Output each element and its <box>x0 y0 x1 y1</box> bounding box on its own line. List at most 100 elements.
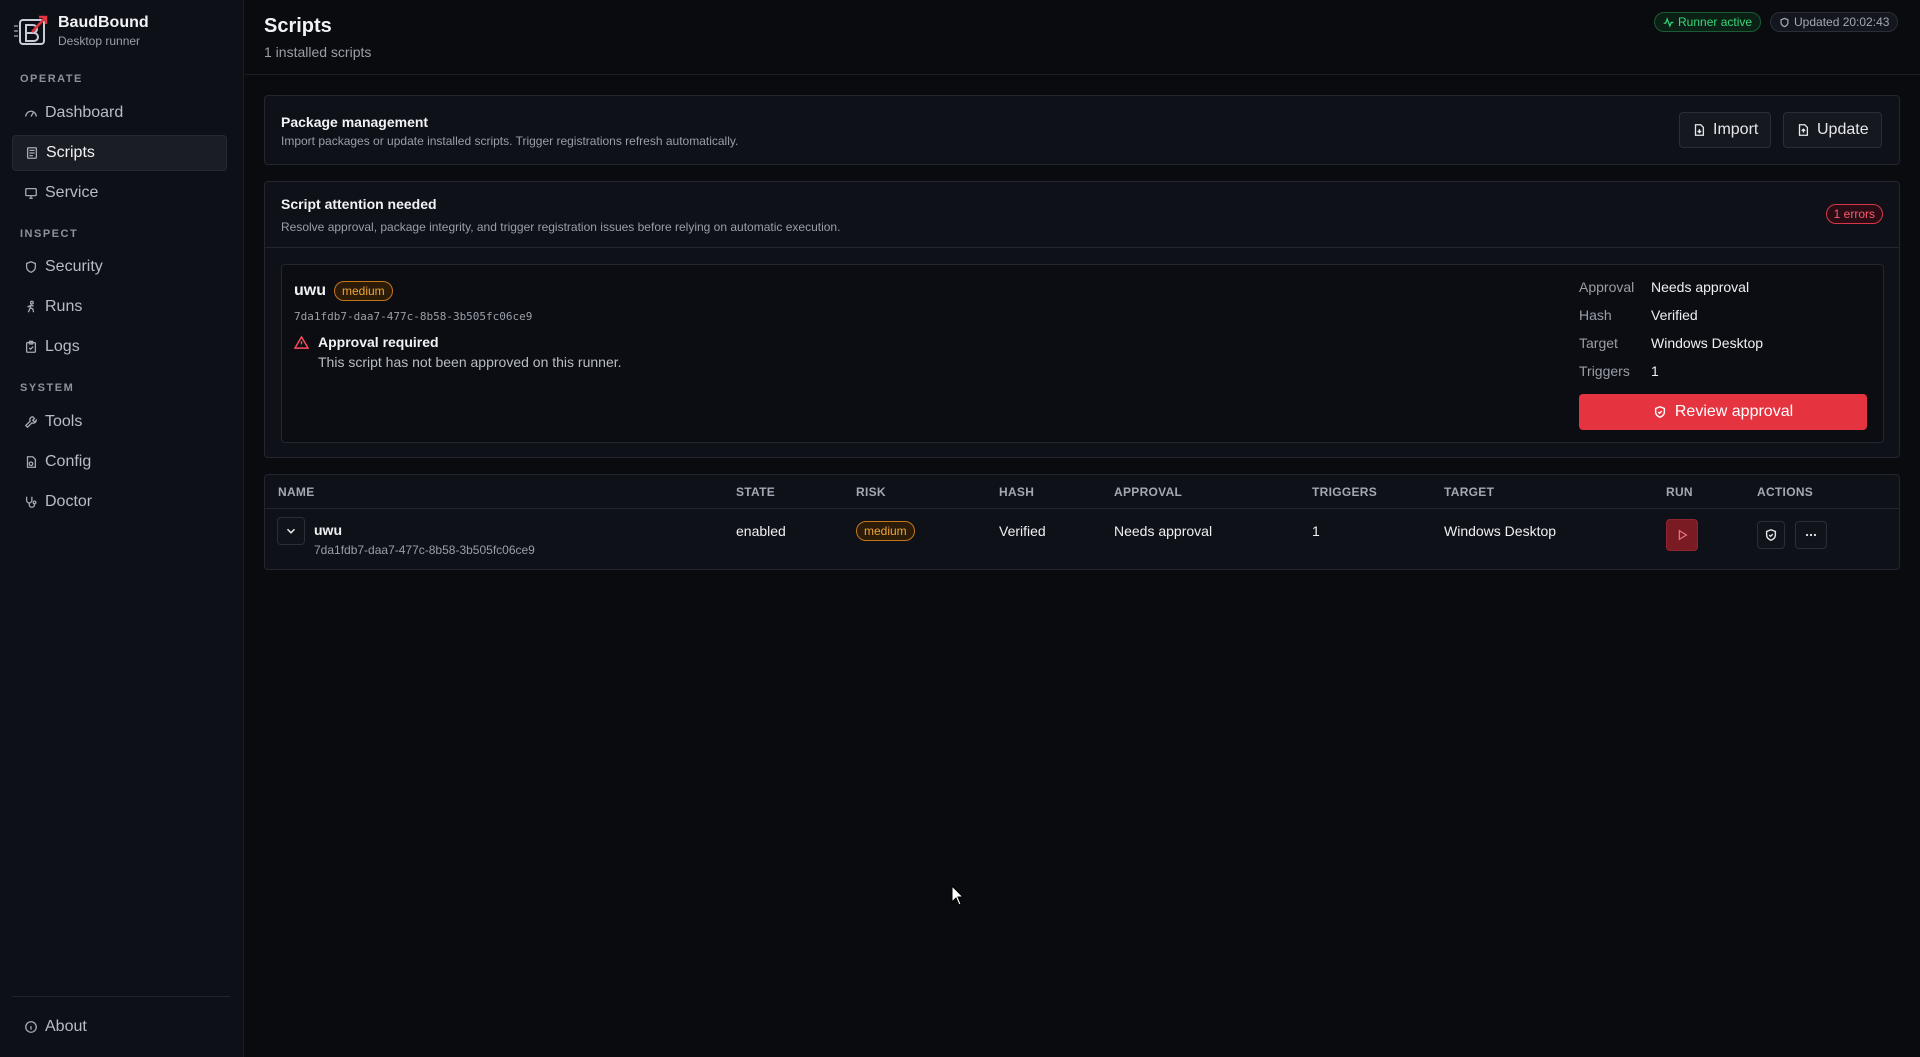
update-label: Update <box>1817 121 1869 138</box>
info-icon <box>24 1020 38 1034</box>
hash-value: Verified <box>1651 307 1698 323</box>
sidebar: BaudBound Desktop runner OPERATE Dashboa… <box>0 0 244 1057</box>
run-button[interactable] <box>1666 519 1698 551</box>
chevron-down-icon <box>286 528 296 534</box>
more-actions-button[interactable] <box>1795 521 1827 549</box>
sidebar-item-dashboard[interactable]: Dashboard <box>12 95 227 131</box>
column-header-target: TARGET <box>1444 485 1495 499</box>
sidebar-item-label: Config <box>45 453 92 470</box>
updated-text: Updated 20:02:43 <box>1794 15 1890 29</box>
brand[interactable]: BaudBound Desktop runner <box>12 12 149 50</box>
target-label: Target <box>1579 335 1618 351</box>
approve-action-button[interactable] <box>1757 521 1785 549</box>
row-script-name: uwu <box>314 522 342 538</box>
error-count-badge: 1 errors <box>1825 204 1883 224</box>
column-header-hash: HASH <box>999 485 1035 499</box>
run-icon <box>24 300 38 314</box>
expand-row-button[interactable] <box>277 517 305 545</box>
attention-card-description: Resolve approval, package integrity, and… <box>281 220 841 234</box>
sidebar-item-about[interactable]: About <box>12 1009 227 1045</box>
more-horizontal-icon <box>1805 533 1817 537</box>
script-attention-card: Script attention needed Resolve approval… <box>264 181 1900 458</box>
sidebar-item-logs[interactable]: Logs <box>12 329 227 365</box>
column-header-run: RUN <box>1666 485 1693 499</box>
approval-value: Needs approval <box>1651 279 1750 295</box>
column-header-name: NAME <box>278 485 315 499</box>
script-id: 7da1fdb7-daa7-477c-8b58-3b505fc06ce9 <box>294 310 533 323</box>
brand-name: BaudBound <box>58 14 149 31</box>
section-label-operate: OPERATE <box>20 73 83 85</box>
activity-icon <box>1663 16 1674 28</box>
runner-status-badge: Runner active <box>1654 12 1762 32</box>
sidebar-item-runs[interactable]: Runs <box>12 289 227 325</box>
sidebar-item-security[interactable]: Security <box>12 249 227 285</box>
column-header-risk: RISK <box>856 485 886 499</box>
sidebar-item-label: About <box>45 1018 87 1035</box>
triggers-value: 1 <box>1651 363 1659 379</box>
review-approval-label: Review approval <box>1674 403 1794 420</box>
sidebar-item-scripts[interactable]: Scripts <box>12 135 227 171</box>
shield-check-icon <box>1765 528 1777 542</box>
section-label-inspect: INSPECT <box>20 228 79 240</box>
sidebar-item-label: Doctor <box>45 493 93 510</box>
row-target: Windows Desktop <box>1444 523 1557 539</box>
section-label-system: SYSTEM <box>20 382 75 394</box>
row-hash: Verified <box>999 523 1046 539</box>
risk-badge: medium <box>334 281 393 301</box>
review-approval-button[interactable]: Review approval <box>1579 394 1867 430</box>
row-risk-cell: medium <box>856 521 915 541</box>
warning-icon <box>294 335 309 349</box>
triggers-label: Triggers <box>1579 363 1630 379</box>
table-header-divider <box>265 508 1899 509</box>
target-value: Windows Desktop <box>1651 335 1764 351</box>
import-button[interactable]: Import <box>1679 112 1772 148</box>
sidebar-item-config[interactable]: Config <box>12 444 227 480</box>
page-header: Scripts 1 installed scripts Runner activ… <box>245 0 1920 75</box>
import-label: Import <box>1713 121 1759 138</box>
script-name: uwu <box>294 282 326 299</box>
play-icon <box>1678 529 1688 541</box>
runner-status-text: Runner active <box>1678 15 1753 29</box>
approval-label: Approval <box>1579 279 1635 295</box>
page-subtitle: 1 installed scripts <box>264 44 372 60</box>
package-card-description: Import packages or update installed scri… <box>281 134 739 148</box>
shield-icon <box>1780 17 1789 27</box>
hash-label: Hash <box>1579 307 1612 323</box>
column-header-state: STATE <box>736 485 776 499</box>
card-divider <box>265 247 1899 248</box>
update-button[interactable]: Update <box>1783 112 1882 148</box>
clipboard-icon <box>24 340 38 354</box>
brand-subtitle: Desktop runner <box>58 34 141 48</box>
risk-badge: medium <box>856 521 915 541</box>
shield-check-icon <box>1654 405 1665 419</box>
sidebar-item-label: Service <box>45 184 99 201</box>
sidebar-item-label: Logs <box>45 338 80 355</box>
column-header-actions: ACTIONS <box>1757 485 1814 499</box>
script-issue-card: uwu medium 7da1fdb7-daa7-477c-8b58-3b505… <box>281 264 1884 443</box>
mouse-cursor-icon <box>951 885 965 906</box>
file-cog-icon <box>24 455 38 469</box>
script-heading: uwu medium <box>294 281 393 301</box>
brand-logo-icon <box>14 15 48 45</box>
sidebar-item-tools[interactable]: Tools <box>12 404 227 440</box>
sidebar-item-service[interactable]: Service <box>12 175 227 211</box>
row-triggers: 1 <box>1312 523 1320 539</box>
sidebar-item-doctor[interactable]: Doctor <box>12 484 227 520</box>
file-import-icon <box>1694 124 1705 136</box>
row-approval: Needs approval <box>1114 523 1213 539</box>
sidebar-divider <box>12 996 230 997</box>
monitor-icon <box>24 186 38 200</box>
file-upload-icon <box>1798 124 1809 136</box>
scroll-icon <box>25 146 39 160</box>
page-title: Scripts <box>264 15 332 37</box>
sidebar-item-label: Runs <box>45 298 83 315</box>
wrench-icon <box>24 415 38 429</box>
alert-text: This script has not been approved on thi… <box>318 354 622 370</box>
scripts-table: NAME STATE RISK HASH APPROVAL TRIGGERS T… <box>264 474 1900 570</box>
sidebar-item-label: Dashboard <box>45 104 124 121</box>
stethoscope-icon <box>24 495 38 509</box>
alert-title: Approval required <box>318 334 439 350</box>
package-card-title: Package management <box>281 114 429 130</box>
shield-icon <box>24 260 38 274</box>
sidebar-item-label: Tools <box>45 413 83 430</box>
